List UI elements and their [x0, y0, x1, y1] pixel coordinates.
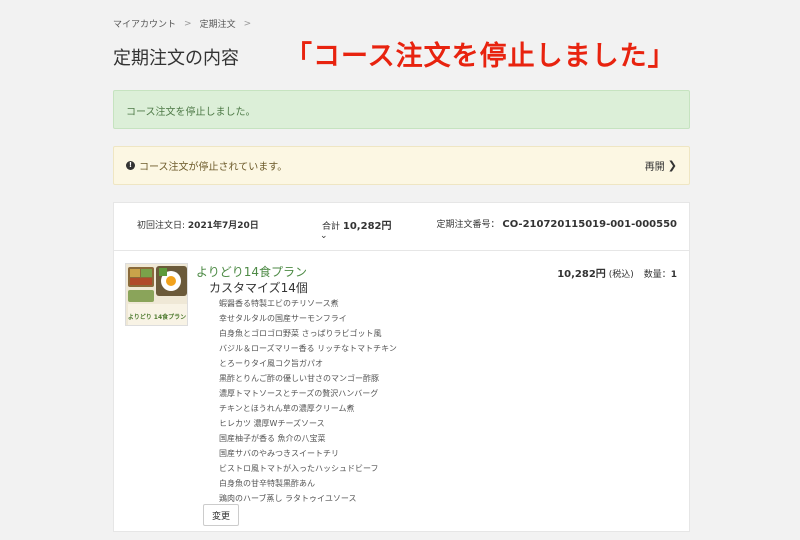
success-alert-message: コース注文を停止しました。 [126, 107, 256, 118]
order-total: 合計 10,282円 [322, 221, 392, 232]
product-price: 10,282円 (税込) 数量：1 [557, 265, 677, 280]
breadcrumb-subscription[interactable]: 定期注文 [200, 17, 236, 30]
customize-title: カスタマイズ14個 [209, 281, 308, 295]
breadcrumb-my-account[interactable]: マイアカウント [113, 17, 176, 30]
resume-link[interactable]: 再開 ❯ [645, 158, 677, 173]
order-card: 初回注文日: 2021年7月20日 合計 10,282円 ⌄ 定期注文番号： C… [113, 202, 690, 532]
product-image: よりどり 14食プラン [125, 263, 188, 326]
list-item: とろーりタイ風コク旨ガパオ [219, 359, 323, 368]
list-item: 蝦醤香る特製エビのチリソース煮 [219, 299, 339, 308]
warning-alert: ! コース注文が停止されています。 再開 ❯ [113, 146, 690, 185]
list-item: チキンとほうれん草の濃厚クリーム煮 [219, 404, 355, 413]
breadcrumb: マイアカウント > 定期注文 > [113, 17, 252, 31]
overlay-caption: 「コース注文を停止しました」 [285, 41, 676, 72]
list-item: ビストロ風トマトが入ったハッシュドビーフ [219, 464, 379, 473]
change-button[interactable]: 変更 [203, 504, 239, 526]
success-alert: コース注文を停止しました。 [113, 90, 690, 129]
warning-alert-message: コース注文が停止されています。 [139, 162, 288, 173]
order-header: 初回注文日: 2021年7月20日 合計 10,282円 ⌄ 定期注文番号： C… [114, 203, 689, 251]
list-item: 幸せタルタルの国産サーモンフライ [219, 314, 347, 323]
chevron-right-icon: ❯ [667, 159, 677, 172]
breadcrumb-separator: > [243, 18, 252, 29]
first-order-date: 初回注文日: 2021年7月20日 [137, 221, 259, 231]
order-number: 定期注文番号： CO-210720115019-001-000550 [436, 219, 678, 230]
quantity: 数量：1 [643, 270, 677, 280]
exclamation-circle-icon: ! [126, 161, 135, 170]
list-item: 黒酢とりんご酢の優しい甘さのマンゴー酢豚 [219, 374, 379, 383]
list-item: 白身魚の甘辛特製黒酢あん [219, 479, 315, 488]
list-item: 国産サバのやみつきスイートチリ [219, 449, 339, 458]
page-title: 定期注文の内容 [113, 48, 239, 69]
product-image-label: よりどり 14食プラン [128, 313, 186, 321]
resume-label: 再開 [644, 162, 665, 173]
list-item: 白身魚とゴロゴロ野菜 さっぱりラビゴット風 [219, 329, 382, 338]
list-item: 鶏肉のハーブ蒸し ラタトゥイユソース [219, 494, 357, 503]
chevron-down-icon[interactable]: ⌄ [320, 231, 328, 241]
list-item: 濃厚トマトソースとチーズの贅沢ハンバーグ [219, 389, 379, 398]
product-name-link[interactable]: よりどり14食プラン [196, 263, 307, 280]
tax-note: (税込) [608, 270, 634, 280]
price-amount: 10,282円 [557, 269, 606, 280]
breadcrumb-separator: > [184, 18, 192, 29]
list-item: 国産柚子が香る 魚介の八宝菜 [219, 434, 326, 443]
list-item: バジル＆ローズマリー香る リッチなトマトチキン [219, 344, 397, 353]
list-item: ヒレカツ 濃厚Wチーズソース [219, 419, 325, 428]
dish-list: 蝦醤香る特製エビのチリソース煮 幸せタルタルの国産サーモンフライ 白身魚とゴロゴ… [219, 296, 397, 506]
